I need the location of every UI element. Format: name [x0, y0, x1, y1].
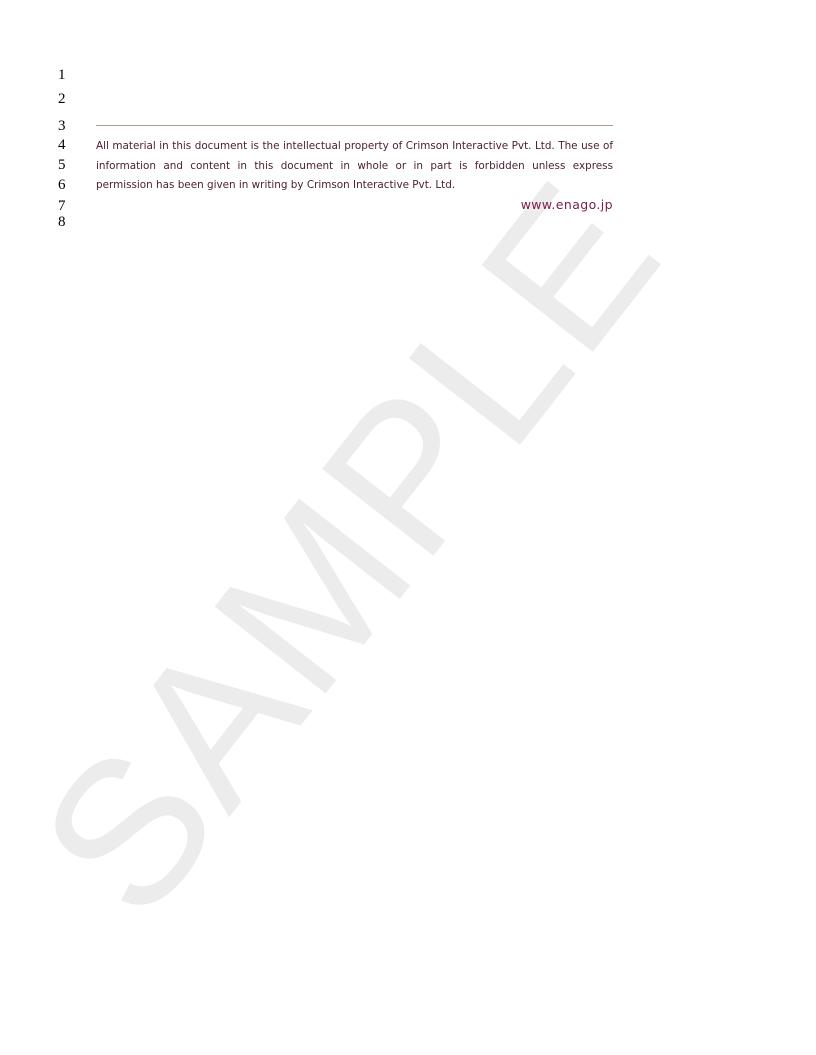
- line-number: 3: [58, 118, 66, 134]
- line-number: 4: [58, 137, 66, 153]
- header-divider: [96, 125, 613, 126]
- line-number: 7: [58, 198, 66, 214]
- line-number: 5: [58, 157, 66, 173]
- copyright-notice: All material in this document is the int…: [96, 140, 613, 191]
- sample-watermark: SAMPLE: [0, 140, 704, 956]
- website-url: www.enago.jp: [520, 197, 613, 212]
- line-number: 6: [58, 177, 66, 193]
- document-page: SAMPLE 1 2 3 4 5 6 7 8 All material in t…: [0, 0, 816, 1055]
- line-number: 8: [58, 214, 66, 230]
- line-number: 2: [58, 91, 66, 107]
- line-number: 1: [58, 67, 66, 83]
